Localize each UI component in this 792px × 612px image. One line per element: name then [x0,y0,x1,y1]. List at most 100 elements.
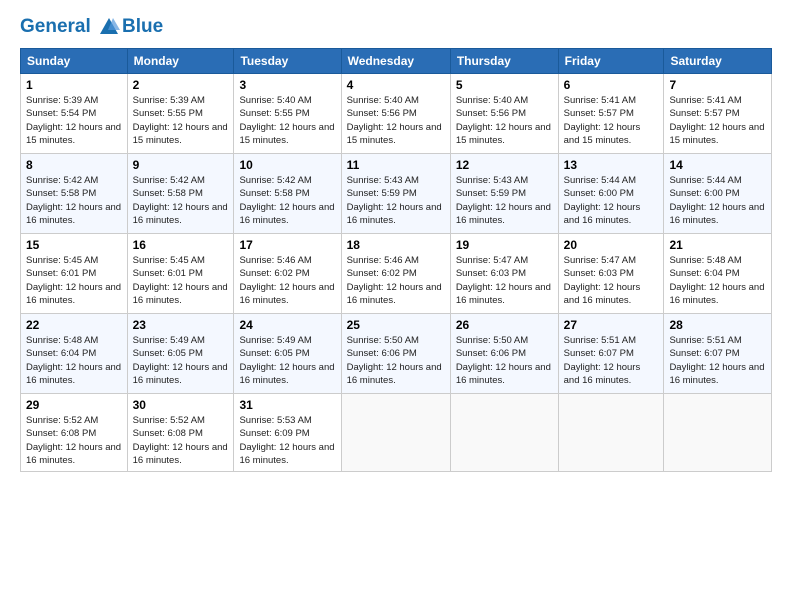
day-info: Sunrise: 5:51 AM Sunset: 6:07 PM Dayligh… [564,334,659,387]
day-number: 23 [133,318,229,332]
day-number: 30 [133,398,229,412]
sunrise-label: Sunrise: 5:48 AM [26,335,98,346]
sunrise-label: Sunrise: 5:42 AM [239,175,311,186]
day-info: Sunrise: 5:49 AM Sunset: 6:05 PM Dayligh… [239,334,335,387]
col-saturday: Saturday [664,49,772,74]
daylight-label: Daylight: 12 hours and 16 minutes. [239,362,334,386]
day-number: 28 [669,318,766,332]
sunrise-label: Sunrise: 5:42 AM [133,175,205,186]
day-info: Sunrise: 5:48 AM Sunset: 6:04 PM Dayligh… [26,334,122,387]
day-number: 4 [347,78,445,92]
calendar-day-cell: 31 Sunrise: 5:53 AM Sunset: 6:09 PM Dayl… [234,394,341,472]
day-number: 31 [239,398,335,412]
sunrise-label: Sunrise: 5:47 AM [456,255,528,266]
calendar-day-cell: 3 Sunrise: 5:40 AM Sunset: 5:55 PM Dayli… [234,74,341,154]
calendar-day-cell [664,394,772,472]
day-info: Sunrise: 5:47 AM Sunset: 6:03 PM Dayligh… [564,254,659,307]
col-sunday: Sunday [21,49,128,74]
daylight-label: Daylight: 12 hours and 16 minutes. [564,362,641,386]
day-number: 25 [347,318,445,332]
sunset-label: Sunset: 6:03 PM [564,268,634,279]
sunset-label: Sunset: 5:59 PM [347,188,417,199]
calendar-day-cell [558,394,664,472]
day-number: 22 [26,318,122,332]
day-info: Sunrise: 5:45 AM Sunset: 6:01 PM Dayligh… [26,254,122,307]
daylight-label: Daylight: 12 hours and 15 minutes. [347,122,442,146]
sunset-label: Sunset: 5:54 PM [26,108,96,119]
daylight-label: Daylight: 12 hours and 15 minutes. [456,122,551,146]
day-info: Sunrise: 5:51 AM Sunset: 6:07 PM Dayligh… [669,334,766,387]
day-number: 3 [239,78,335,92]
sunrise-label: Sunrise: 5:41 AM [564,95,636,106]
day-info: Sunrise: 5:48 AM Sunset: 6:04 PM Dayligh… [669,254,766,307]
calendar-day-cell: 19 Sunrise: 5:47 AM Sunset: 6:03 PM Dayl… [450,234,558,314]
calendar-day-cell: 15 Sunrise: 5:45 AM Sunset: 6:01 PM Dayl… [21,234,128,314]
calendar-day-cell: 6 Sunrise: 5:41 AM Sunset: 5:57 PM Dayli… [558,74,664,154]
sunset-label: Sunset: 6:03 PM [456,268,526,279]
calendar-week-row: 29 Sunrise: 5:52 AM Sunset: 6:08 PM Dayl… [21,394,772,472]
day-number: 7 [669,78,766,92]
day-number: 12 [456,158,553,172]
daylight-label: Daylight: 12 hours and 16 minutes. [26,442,121,466]
calendar-day-cell: 1 Sunrise: 5:39 AM Sunset: 5:54 PM Dayli… [21,74,128,154]
daylight-label: Daylight: 12 hours and 16 minutes. [26,202,121,226]
daylight-label: Daylight: 12 hours and 16 minutes. [347,202,442,226]
day-info: Sunrise: 5:44 AM Sunset: 6:00 PM Dayligh… [669,174,766,227]
day-info: Sunrise: 5:50 AM Sunset: 6:06 PM Dayligh… [456,334,553,387]
sunrise-label: Sunrise: 5:43 AM [456,175,528,186]
day-info: Sunrise: 5:41 AM Sunset: 5:57 PM Dayligh… [669,94,766,147]
day-number: 2 [133,78,229,92]
sunset-label: Sunset: 5:55 PM [133,108,203,119]
calendar-day-cell: 17 Sunrise: 5:46 AM Sunset: 6:02 PM Dayl… [234,234,341,314]
sunset-label: Sunset: 5:57 PM [564,108,634,119]
sunset-label: Sunset: 6:09 PM [239,428,309,439]
daylight-label: Daylight: 12 hours and 15 minutes. [133,122,228,146]
day-number: 29 [26,398,122,412]
calendar-day-cell [450,394,558,472]
sunset-label: Sunset: 6:06 PM [456,348,526,359]
day-number: 19 [456,238,553,252]
calendar-day-cell: 5 Sunrise: 5:40 AM Sunset: 5:56 PM Dayli… [450,74,558,154]
sunset-label: Sunset: 6:02 PM [239,268,309,279]
daylight-label: Daylight: 12 hours and 16 minutes. [669,202,764,226]
sunrise-label: Sunrise: 5:48 AM [669,255,741,266]
logo-blue: Blue [122,16,163,38]
sunset-label: Sunset: 6:07 PM [669,348,739,359]
day-number: 5 [456,78,553,92]
day-info: Sunrise: 5:43 AM Sunset: 5:59 PM Dayligh… [347,174,445,227]
day-info: Sunrise: 5:42 AM Sunset: 5:58 PM Dayligh… [239,174,335,227]
sunrise-label: Sunrise: 5:46 AM [239,255,311,266]
day-number: 18 [347,238,445,252]
daylight-label: Daylight: 12 hours and 16 minutes. [564,282,641,306]
sunrise-label: Sunrise: 5:47 AM [564,255,636,266]
day-number: 13 [564,158,659,172]
calendar-table: Sunday Monday Tuesday Wednesday Thursday… [20,48,772,472]
calendar-day-cell: 4 Sunrise: 5:40 AM Sunset: 5:56 PM Dayli… [341,74,450,154]
col-thursday: Thursday [450,49,558,74]
day-info: Sunrise: 5:42 AM Sunset: 5:58 PM Dayligh… [133,174,229,227]
day-number: 1 [26,78,122,92]
logo: General Blue [20,16,163,38]
sunset-label: Sunset: 6:02 PM [347,268,417,279]
sunrise-label: Sunrise: 5:39 AM [26,95,98,106]
sunset-label: Sunset: 5:56 PM [347,108,417,119]
sunrise-label: Sunrise: 5:42 AM [26,175,98,186]
calendar-day-cell: 28 Sunrise: 5:51 AM Sunset: 6:07 PM Dayl… [664,314,772,394]
daylight-label: Daylight: 12 hours and 16 minutes. [456,362,551,386]
page: General Blue Sunday Monday Tuesday [0,0,792,612]
col-monday: Monday [127,49,234,74]
sunset-label: Sunset: 6:07 PM [564,348,634,359]
calendar-week-row: 22 Sunrise: 5:48 AM Sunset: 6:04 PM Dayl… [21,314,772,394]
sunrise-label: Sunrise: 5:43 AM [347,175,419,186]
day-number: 16 [133,238,229,252]
sunrise-label: Sunrise: 5:46 AM [347,255,419,266]
sunset-label: Sunset: 6:08 PM [133,428,203,439]
sunrise-label: Sunrise: 5:40 AM [347,95,419,106]
calendar-day-cell: 13 Sunrise: 5:44 AM Sunset: 6:00 PM Dayl… [558,154,664,234]
sunrise-label: Sunrise: 5:52 AM [26,415,98,426]
day-number: 20 [564,238,659,252]
daylight-label: Daylight: 12 hours and 16 minutes. [239,282,334,306]
day-info: Sunrise: 5:50 AM Sunset: 6:06 PM Dayligh… [347,334,445,387]
logo-icon [98,16,120,38]
daylight-label: Daylight: 12 hours and 16 minutes. [669,362,764,386]
